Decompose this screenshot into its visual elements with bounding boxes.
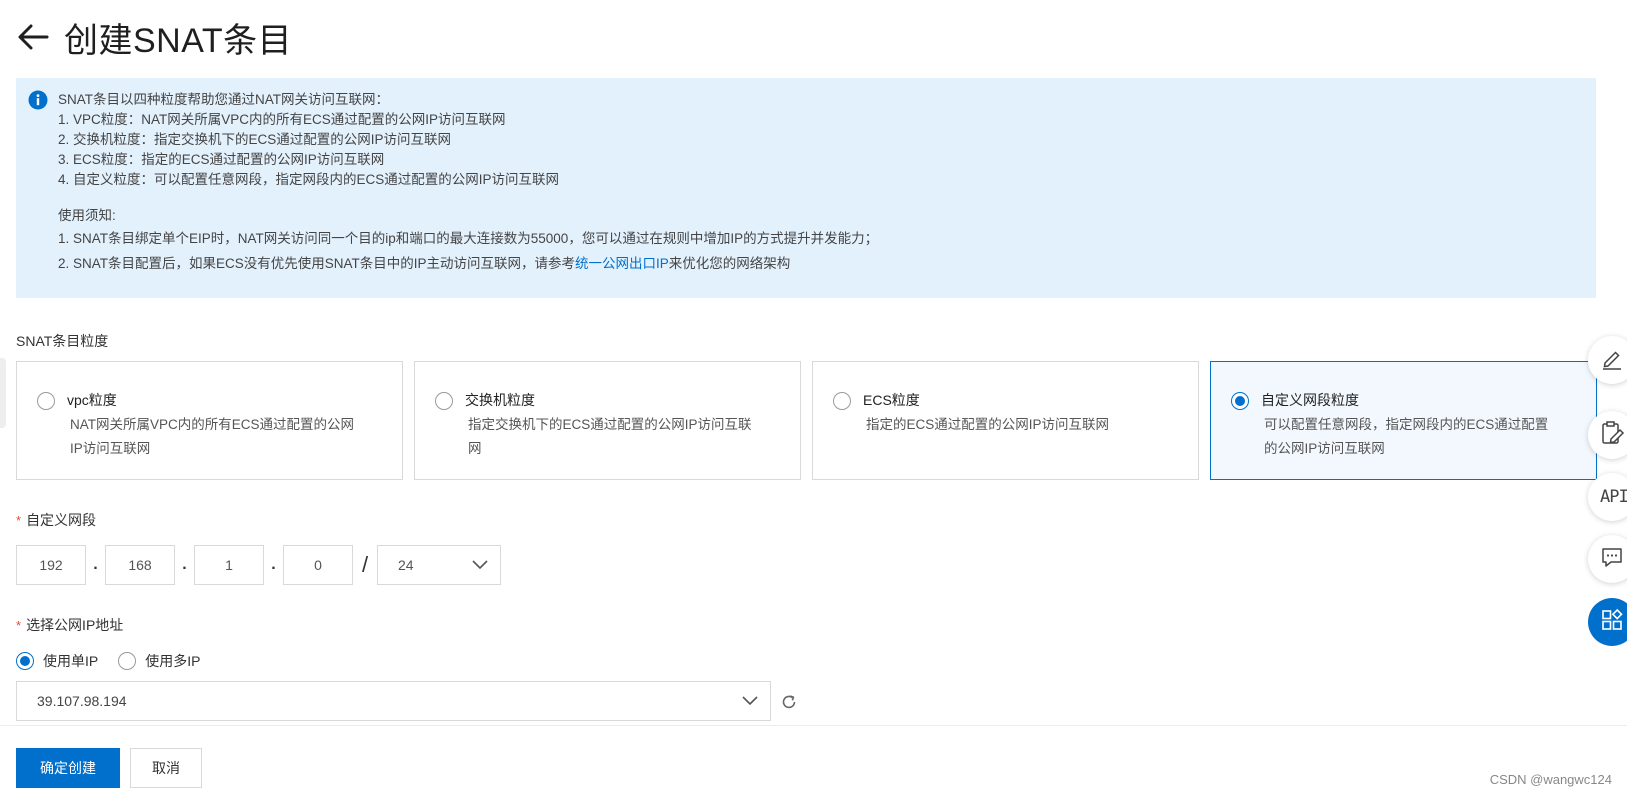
card-desc-line: NAT网关所属VPC内的所有ECS通过配置的公网	[70, 417, 355, 432]
card-title: 交换机粒度	[465, 392, 535, 408]
card-desc: 指定的ECS通过配置的公网IP访问互联网	[866, 413, 1174, 437]
usage-line: 1. SNAT条目绑定单个EIP时，NAT网关访问同一个目的ip和端口的最大连接…	[58, 231, 879, 246]
cidr-mask-select[interactable]: 24	[377, 545, 501, 585]
card-desc-line: 指定交换机下的ECS通过配置的公网IP访问互联	[468, 417, 752, 432]
ip-mode-single-radio[interactable]	[16, 652, 34, 670]
cidr-octet-3-input[interactable]: 1	[194, 545, 264, 585]
usage-line-prefix: 2. SNAT条目配置后，如果ECS没有优先使用SNAT条目中的IP主动访问互联…	[58, 256, 576, 271]
card-desc-line: 的公网IP访问互联网	[1264, 441, 1385, 456]
granularity-radio[interactable]	[37, 392, 55, 410]
notice-line: 2. 交换机粒度：指定交换机下的ECS通过配置的公网IP访问互联网	[58, 132, 452, 147]
api-label: API	[1600, 487, 1627, 507]
notice-line: 4. 自定义粒度：可以配置任意网段，指定网段内的ECS通过配置的公网IP访问互联…	[58, 172, 560, 187]
float-api-button[interactable]: API	[1588, 473, 1627, 521]
card-desc-line: IP访问互联网	[70, 441, 151, 456]
card-title: 自定义网段粒度	[1261, 392, 1359, 408]
granularity-cards: vpc粒度 NAT网关所属VPC内的所有ECS通过配置的公网 IP访问互联网 交…	[16, 361, 1597, 480]
float-apps-button[interactable]	[1588, 598, 1627, 646]
granularity-radio[interactable]	[833, 392, 851, 410]
unified-egress-ip-link[interactable]: 统一公网出口IP	[575, 256, 669, 271]
granularity-card-vswitch[interactable]: 交换机粒度 指定交换机下的ECS通过配置的公网IP访问互联 网	[414, 361, 801, 480]
cidr-octet-1-input[interactable]: 192	[16, 545, 86, 585]
ip-mode-single-option[interactable]: 使用单IP	[16, 651, 98, 671]
eip-select[interactable]: 39.107.98.194	[16, 681, 771, 721]
confirm-create-button[interactable]: 确定创建	[16, 748, 120, 788]
watermark: CSDN @wangwc124	[1489, 772, 1612, 787]
back-arrow-icon[interactable]	[16, 20, 50, 54]
left-edge-tab[interactable]	[0, 358, 6, 428]
granularity-radio[interactable]	[1231, 392, 1249, 410]
granularity-card-custom-cidr[interactable]: 自定义网段粒度 可以配置任意网段，指定网段内的ECS通过配置 的公网IP访问互联…	[1210, 361, 1597, 480]
chevron-down-icon	[472, 557, 488, 573]
granularity-card-ecs[interactable]: ECS粒度 指定的ECS通过配置的公网IP访问互联网	[812, 361, 1199, 480]
card-desc-line: 网	[468, 441, 482, 456]
cidr-label: 自定义网段	[16, 510, 96, 530]
chevron-down-icon	[742, 693, 758, 709]
eip-select-value: 39.107.98.194	[37, 693, 127, 709]
info-icon	[28, 90, 48, 110]
usage-line: 2. SNAT条目配置后，如果ECS没有优先使用SNAT条目中的IP主动访问互联…	[58, 251, 1580, 276]
octet-separator: .	[93, 556, 98, 573]
notice-line: SNAT条目以四种粒度帮助您通过NAT网关访问互联网：	[58, 92, 389, 107]
float-feedback-button[interactable]	[1588, 535, 1627, 583]
chat-icon	[1600, 545, 1624, 574]
mask-value: 24	[398, 557, 414, 573]
info-notice: SNAT条目以四种粒度帮助您通过NAT网关访问互联网： 1. VPC粒度：NAT…	[16, 78, 1596, 298]
clipboard-edit-icon	[1600, 420, 1626, 451]
ip-mode-multi-radio[interactable]	[118, 652, 137, 670]
ip-mode-multi-label: 使用多IP	[145, 653, 201, 669]
cidr-octet-4-input[interactable]: 0	[283, 545, 353, 585]
card-desc: 指定交换机下的ECS通过配置的公网IP访问互联 网	[468, 413, 776, 461]
apps-icon	[1600, 608, 1624, 637]
page-title: 创建SNAT条目	[64, 21, 293, 60]
card-desc-line: 可以配置任意网段，指定网段内的ECS通过配置	[1264, 417, 1549, 432]
notice-line: 3. ECS粒度：指定的ECS通过配置的公网IP访问互联网	[58, 152, 385, 167]
granularity-card-vpc[interactable]: vpc粒度 NAT网关所属VPC内的所有ECS通过配置的公网 IP访问互联网	[16, 361, 403, 480]
public-ip-label: 选择公网IP地址	[16, 615, 123, 635]
ip-mode-radio-group: 使用单IP 使用多IP	[16, 651, 220, 671]
notice-line: 1. VPC粒度：NAT网关所属VPC内的所有ECS通过配置的公网IP访问互联网	[58, 112, 506, 127]
ip-mode-single-label: 使用单IP	[43, 653, 99, 669]
granularity-radio[interactable]	[435, 392, 453, 410]
card-title: ECS粒度	[863, 392, 920, 408]
octet-separator: .	[182, 556, 187, 573]
usage-line-suffix: 来优化您的网络架构	[668, 256, 791, 271]
cidr-input-row: 192 . 168 . 1 . 0 / 24	[16, 545, 501, 585]
card-title: vpc粒度	[67, 392, 117, 408]
footer-divider	[0, 725, 1627, 726]
card-desc-line: 指定的ECS通过配置的公网IP访问互联网	[866, 417, 1110, 432]
card-desc: NAT网关所属VPC内的所有ECS通过配置的公网 IP访问互联网	[70, 413, 378, 461]
cidr-octet-2-input[interactable]: 168	[105, 545, 175, 585]
ip-mode-multi-option[interactable]: 使用多IP	[118, 651, 200, 671]
granularity-label: SNAT条目粒度	[16, 333, 109, 349]
usage-title: 使用须知:	[58, 208, 116, 223]
octet-separator: .	[271, 556, 276, 573]
mask-separator: /	[361, 552, 369, 577]
page-header: 创建SNAT条目	[16, 12, 292, 62]
refresh-icon[interactable]	[780, 693, 798, 711]
pencil-icon	[1600, 346, 1624, 375]
card-desc: 可以配置任意网段，指定网段内的ECS通过配置 的公网IP访问互联网	[1264, 413, 1572, 461]
cancel-button[interactable]: 取消	[130, 748, 202, 788]
